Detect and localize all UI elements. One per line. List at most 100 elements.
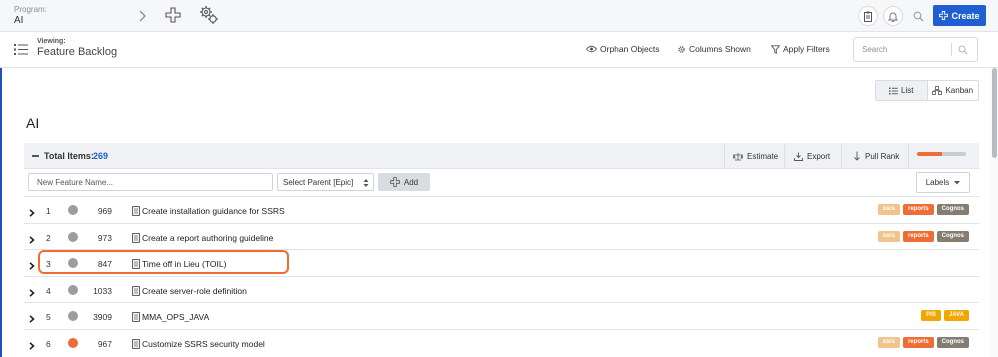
columns-shown-label: Columns Shown xyxy=(689,44,751,54)
label-tag[interactable]: Cognos xyxy=(936,204,969,215)
orphan-objects-label: Orphan Objects xyxy=(600,44,660,54)
row-labels: ssrs reports Cognos xyxy=(877,204,969,215)
table-row[interactable]: 1 969 Create installation guidance for SSR… xyxy=(24,196,979,223)
search-icon[interactable] xyxy=(908,6,928,26)
label-tag[interactable]: ssrs xyxy=(877,336,900,348)
eye-icon xyxy=(586,45,597,53)
kanban-view-button[interactable]: Kanban xyxy=(928,81,979,100)
top-bar: Program: AI Create xyxy=(0,0,998,32)
label-tag[interactable]: Cognos xyxy=(936,336,969,348)
export-label: Export xyxy=(807,151,831,161)
export-icon xyxy=(794,152,803,161)
document-icon xyxy=(132,338,140,352)
divider xyxy=(908,143,909,169)
collapse-icon[interactable] xyxy=(32,155,39,157)
search-divider xyxy=(951,43,952,56)
row-id: 969 xyxy=(97,206,112,216)
total-items-label: Total Items: xyxy=(44,151,94,161)
estimate-label: Estimate xyxy=(747,151,779,161)
table-row[interactable]: 4 1033 Create server-role definition xyxy=(24,275,979,302)
viewing-bar: Viewing: Feature Backlog Orphan Objects … xyxy=(0,32,998,68)
view-selector[interactable]: Feature Backlog xyxy=(37,46,117,58)
progress-bar xyxy=(917,152,966,156)
feature-name-link[interactable]: Create installation guidance for SSRS xyxy=(142,206,285,216)
columns-shown-button[interactable]: Columns Shown xyxy=(677,44,751,54)
clipboard-icon[interactable] xyxy=(858,6,878,26)
progress-fill xyxy=(917,152,942,156)
add-button[interactable]: Add xyxy=(378,173,430,191)
create-button-label: Create xyxy=(951,10,980,21)
page-scrollbar[interactable] xyxy=(990,68,998,357)
program-label: Program: xyxy=(14,5,47,14)
list-view-button[interactable]: List xyxy=(876,81,928,100)
scrollbar-thumb[interactable] xyxy=(992,68,997,158)
bell-icon[interactable] xyxy=(883,6,903,26)
estimate-button[interactable]: Estimate xyxy=(733,143,778,169)
chevron-right-icon[interactable] xyxy=(29,312,35,326)
label-tag[interactable]: reports xyxy=(902,336,934,348)
label-tag[interactable]: PIS xyxy=(921,310,941,321)
status-dot xyxy=(68,284,78,295)
table-row[interactable]: 6 967 Customize SSRS security model ssrs rep… xyxy=(24,328,979,355)
label-tag[interactable]: reports xyxy=(902,230,934,242)
add-button-label: Add xyxy=(403,177,419,187)
row-id: 1033 xyxy=(93,285,112,296)
label-tag[interactable]: ssrs xyxy=(877,204,900,215)
table-row[interactable]: 5 3909 MMA_OPS_JAVA PIS JAVA xyxy=(24,302,979,329)
gears-icon[interactable] xyxy=(198,4,220,26)
status-dot xyxy=(68,337,78,348)
scale-icon xyxy=(733,152,743,160)
kanban-icon xyxy=(932,86,943,95)
export-button[interactable]: Export xyxy=(794,143,830,169)
chevron-right-icon[interactable] xyxy=(29,206,35,220)
list-view-label: List xyxy=(901,86,914,95)
create-button[interactable]: Create xyxy=(933,5,986,26)
list-menu-icon[interactable] xyxy=(14,43,28,56)
program-selector[interactable]: AI xyxy=(14,15,23,26)
table-row[interactable]: 2 973 Create a report authoring guideline s… xyxy=(24,222,979,249)
chevron-right-icon[interactable] xyxy=(29,233,35,247)
document-icon xyxy=(132,311,140,325)
row-rank: 6 xyxy=(46,338,51,349)
apply-filters-button[interactable]: Apply Filters xyxy=(771,44,830,54)
pull-rank-button[interactable]: Pull Rank xyxy=(853,143,899,169)
divider xyxy=(784,143,785,169)
feature-name-link[interactable]: Customize SSRS security model xyxy=(142,339,265,349)
feature-name-link[interactable]: Create server-role definition xyxy=(142,286,247,296)
select-parent-epic-dropdown[interactable]: Select Parent [Epic] xyxy=(277,173,374,191)
status-dot xyxy=(68,231,78,242)
backlog-panel-header: Total Items: 269 Estimate Export Pull Ra… xyxy=(24,143,979,169)
filter-icon xyxy=(771,44,780,54)
label-tag[interactable]: Cognos xyxy=(936,230,969,242)
search-box xyxy=(853,37,978,62)
feature-name-link[interactable]: MMA_OPS_JAVA xyxy=(142,312,209,322)
view-toggle: List Kanban xyxy=(875,80,979,101)
labels-dropdown[interactable]: Labels xyxy=(916,172,970,193)
caret-down-icon xyxy=(954,180,961,184)
row-rank: 2 xyxy=(46,232,51,243)
chevron-right-icon[interactable] xyxy=(29,339,35,353)
orphan-objects-button[interactable]: Orphan Objects xyxy=(586,44,660,54)
search-input[interactable] xyxy=(854,38,951,61)
chevron-right-icon[interactable] xyxy=(138,8,150,24)
pull-rank-label: Pull Rank xyxy=(865,151,900,161)
kanban-view-label: Kanban xyxy=(945,86,974,95)
chevron-right-icon[interactable] xyxy=(29,259,35,273)
search-icon[interactable] xyxy=(958,44,968,58)
add-icon[interactable] xyxy=(165,7,181,23)
chevron-right-icon[interactable] xyxy=(29,286,35,300)
gear-icon xyxy=(678,45,685,53)
row-rank: 4 xyxy=(46,285,51,296)
feature-name-link[interactable]: Create a report authoring guideline xyxy=(142,233,273,243)
divider xyxy=(841,143,842,169)
list-icon xyxy=(889,87,898,94)
plus-icon xyxy=(389,177,400,187)
labels-dropdown-label: Labels xyxy=(925,178,950,187)
label-tag[interactable]: ssrs xyxy=(877,230,900,242)
new-feature-name-input[interactable] xyxy=(28,173,273,191)
row-id: 3909 xyxy=(93,312,112,322)
status-dot xyxy=(68,205,78,215)
label-tag[interactable]: reports xyxy=(902,204,934,215)
divider xyxy=(724,143,725,169)
label-tag[interactable]: JAVA xyxy=(943,310,969,321)
